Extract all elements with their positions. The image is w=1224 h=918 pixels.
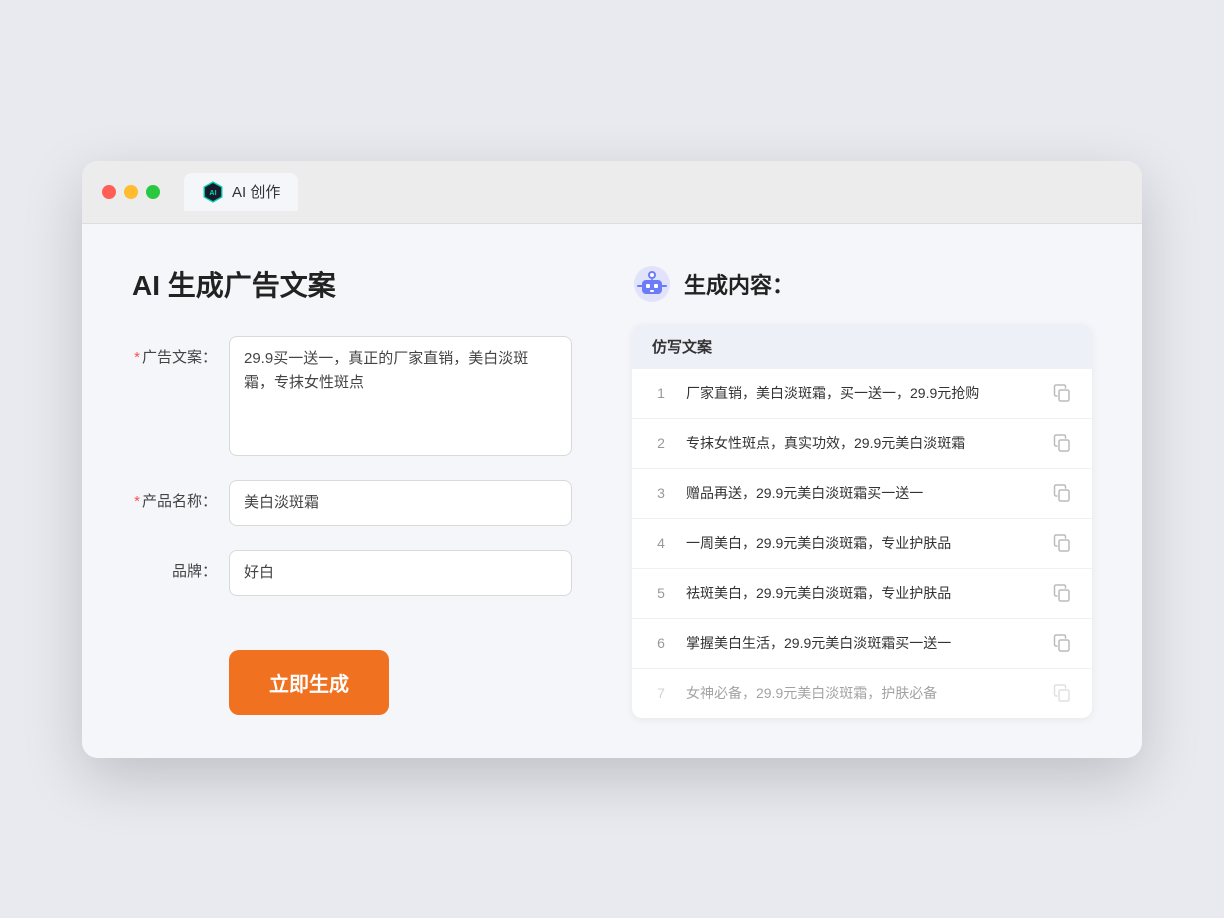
- result-header: 生成内容：: [632, 264, 1092, 304]
- copy-icon[interactable]: [1052, 433, 1072, 453]
- row-number: 6: [652, 635, 670, 651]
- left-panel: AI 生成广告文案 *广告文案： 29.9买一送一，真正的厂家直销，美白淡斑霜，…: [132, 264, 572, 718]
- row-text: 掌握美白生活，29.9元美白淡斑霜买一送一: [686, 633, 1036, 654]
- row-text: 厂家直销，美白淡斑霜，买一送一，29.9元抢购: [686, 383, 1036, 404]
- table-row: 1 厂家直销，美白淡斑霜，买一送一，29.9元抢购: [632, 369, 1092, 419]
- close-button[interactable]: [102, 185, 116, 199]
- row-number: 7: [652, 685, 670, 701]
- table-row: 7 女神必备，29.9元美白淡斑霜，护肤必备: [632, 669, 1092, 718]
- brand-label: 品牌：: [132, 550, 217, 581]
- brand-row: 品牌：: [132, 550, 572, 596]
- table-header: 仿写文案: [632, 324, 1092, 369]
- copy-icon[interactable]: [1052, 383, 1072, 403]
- row-text: 女神必备，29.9元美白淡斑霜，护肤必备: [686, 683, 1036, 704]
- row-text: 一周美白，29.9元美白淡斑霜，专业护肤品: [686, 533, 1036, 554]
- main-layout: AI 生成广告文案 *广告文案： 29.9买一送一，真正的厂家直销，美白淡斑霜，…: [132, 264, 1092, 718]
- result-rows-container: 1 厂家直销，美白淡斑霜，买一送一，29.9元抢购 2 专抹女性斑点，真实功效，…: [632, 369, 1092, 718]
- generate-button[interactable]: 立即生成: [229, 650, 389, 715]
- table-row: 6 掌握美白生活，29.9元美白淡斑霜买一送一: [632, 619, 1092, 669]
- row-number: 1: [652, 385, 670, 401]
- table-row: 5 祛斑美白，29.9元美白淡斑霜，专业护肤品: [632, 569, 1092, 619]
- row-text: 祛斑美白，29.9元美白淡斑霜，专业护肤品: [686, 583, 1036, 604]
- brand-input[interactable]: [229, 550, 572, 596]
- svg-text:AI: AI: [209, 188, 216, 196]
- copy-icon[interactable]: [1052, 583, 1072, 603]
- right-panel: 生成内容： 仿写文案 1 厂家直销，美白淡斑霜，买一送一，29.9元抢购 2 专…: [632, 264, 1092, 718]
- main-content: AI 生成广告文案 *广告文案： 29.9买一送一，真正的厂家直销，美白淡斑霜，…: [82, 224, 1142, 758]
- traffic-lights: [102, 185, 160, 199]
- copy-icon[interactable]: [1052, 533, 1072, 553]
- tab-label: AI 创作: [232, 181, 280, 202]
- required-star-ad: *: [134, 349, 140, 366]
- page-title: AI 生成广告文案: [132, 264, 572, 304]
- maximize-button[interactable]: [146, 185, 160, 199]
- copy-icon[interactable]: [1052, 483, 1072, 503]
- product-name-input[interactable]: [229, 480, 572, 526]
- ad-copy-input[interactable]: 29.9买一送一，真正的厂家直销，美白淡斑霜，专抹女性斑点: [229, 336, 572, 456]
- robot-icon: [632, 264, 672, 304]
- row-number: 3: [652, 485, 670, 501]
- table-row: 3 赠品再送，29.9元美白淡斑霜买一送一: [632, 469, 1092, 519]
- product-name-row: *产品名称：: [132, 480, 572, 526]
- result-title: 生成内容：: [684, 268, 794, 300]
- table-row: 2 专抹女性斑点，真实功效，29.9元美白淡斑霜: [632, 419, 1092, 469]
- minimize-button[interactable]: [124, 185, 138, 199]
- copy-icon[interactable]: [1052, 683, 1072, 703]
- ad-copy-row: *广告文案： 29.9买一送一，真正的厂家直销，美白淡斑霜，专抹女性斑点: [132, 336, 572, 456]
- row-number: 2: [652, 435, 670, 451]
- ai-tab-icon: AI: [202, 181, 224, 203]
- copy-icon[interactable]: [1052, 633, 1072, 653]
- titlebar: AI AI 创作: [82, 161, 1142, 224]
- row-number: 4: [652, 535, 670, 551]
- required-star-product: *: [134, 493, 140, 510]
- table-row: 4 一周美白，29.9元美白淡斑霜，专业护肤品: [632, 519, 1092, 569]
- row-text: 赠品再送，29.9元美白淡斑霜买一送一: [686, 483, 1036, 504]
- row-number: 5: [652, 585, 670, 601]
- product-name-label: *产品名称：: [132, 480, 217, 511]
- browser-window: AI AI 创作 AI 生成广告文案 *广告文案： 29.9买一送一，真正的厂家…: [82, 161, 1142, 758]
- row-text: 专抹女性斑点，真实功效，29.9元美白淡斑霜: [686, 433, 1036, 454]
- active-tab[interactable]: AI AI 创作: [184, 173, 298, 211]
- ad-copy-label: *广告文案：: [132, 336, 217, 367]
- result-table: 仿写文案 1 厂家直销，美白淡斑霜，买一送一，29.9元抢购 2 专抹女性斑点，…: [632, 324, 1092, 718]
